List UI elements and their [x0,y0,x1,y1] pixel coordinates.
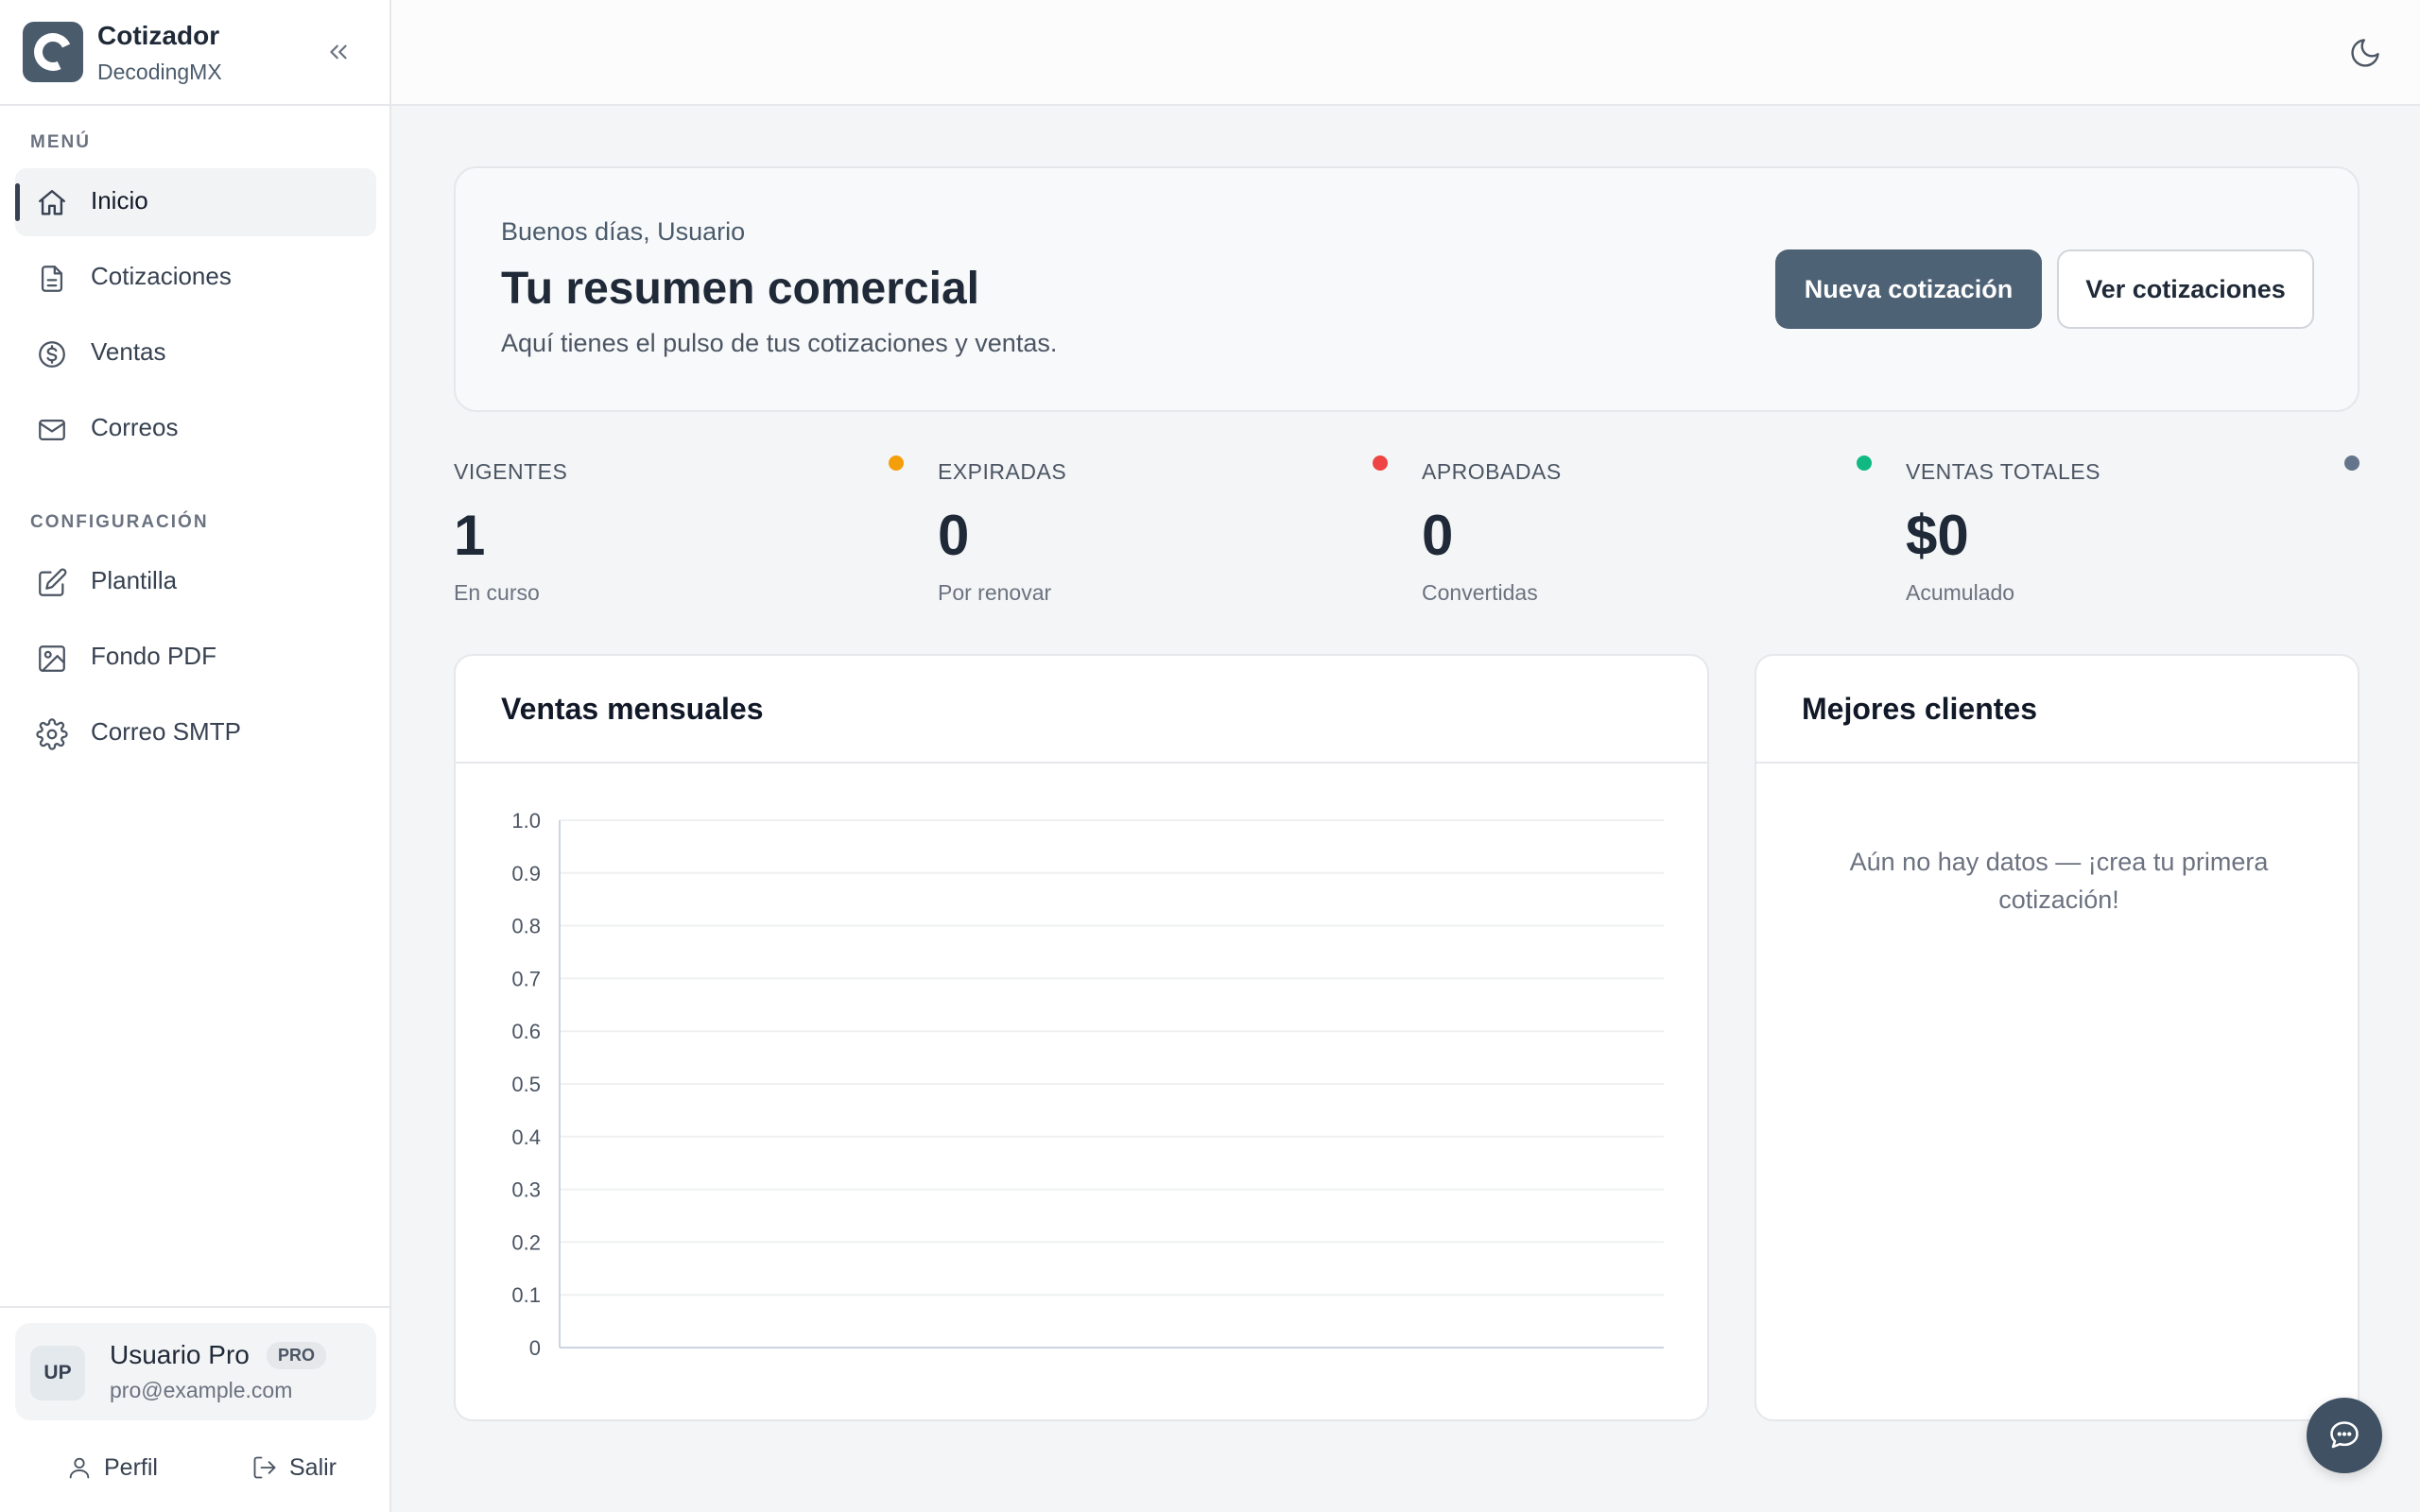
empty-state-message: Aún no hay datos — ¡crea tu primera coti… [1849,848,2269,914]
status-dot [1857,455,1872,471]
card-title: Ventas mensuales [501,692,764,726]
config-section-label: CONFIGURACIÓN [30,512,209,532]
stat-vigentes: VIGENTES 1 En curso [454,455,904,607]
profile-link[interactable]: Perfil [66,1449,158,1486]
y-tick-label: 0.3 [511,1178,541,1202]
topbar [391,0,2420,106]
logout-link[interactable]: Salir [251,1449,337,1486]
status-dot [1373,455,1388,471]
dark-mode-toggle[interactable] [2348,36,2382,70]
stat-value: 1 [454,504,486,567]
view-quotes-button[interactable]: Ver cotizaciones [2057,249,2314,329]
greeting-text: Buenos días, Usuario [501,217,746,246]
stat-aprobadas: APROBADAS 0 Convertidas [1422,455,1872,607]
sidebar-item-label: Ventas [91,337,166,366]
new-quote-button[interactable]: Nueva cotización [1775,249,2042,329]
y-tick-label: 0.1 [511,1283,541,1307]
sidebar-item-correos[interactable]: Correos [15,395,376,463]
avatar: UP [30,1346,85,1400]
y-tick-label: 0.6 [511,1020,541,1043]
logout-icon [253,1456,276,1479]
stat-caption: Por renovar [938,580,1052,605]
sidebar: Cotizador DecodingMX MENÚ Inicio Cotizac… [0,0,391,1512]
sidebar-item-label: Cotizaciones [91,262,232,290]
collapse-sidebar-icon[interactable] [324,38,353,66]
sidebar-item-inicio[interactable]: Inicio [15,168,376,236]
menu-section-label: MENÚ [30,132,91,152]
sidebar-item-label: Plantilla [91,566,178,594]
org-name: DecodingMX [97,60,222,84]
sidebar-item-fondo-pdf[interactable]: Fondo PDF [15,624,376,692]
status-dot [889,455,904,471]
user-icon [69,1457,90,1479]
chat-button[interactable] [2307,1398,2382,1473]
image-icon [39,645,65,672]
page-title: Tu resumen comercial [501,264,979,314]
stat-expiradas: EXPIRADAS 0 Por renovar [938,455,1388,607]
sidebar-item-correo-smtp[interactable]: Correo SMTP [15,699,376,767]
top-clients-card: Mejores clientes Aún no hay datos — ¡cre… [1754,654,2360,1421]
summary-hero: Buenos días, Usuario Tu resumen comercia… [454,166,2360,412]
sidebar-item-label: Fondo PDF [91,642,216,670]
mail-icon [39,419,65,441]
sidebar-item-cotizaciones[interactable]: Cotizaciones [15,244,376,312]
app-logo [23,22,83,82]
stat-caption: Convertidas [1422,580,1538,605]
y-tick-label: 1.0 [511,809,541,833]
home-icon [39,190,65,215]
card-title: Mejores clientes [1802,692,2037,726]
plan-badge: PRO [267,1342,327,1369]
brand-header: Cotizador DecodingMX [0,0,389,106]
document-icon [41,266,63,292]
monthly-sales-chart: 0 0.1 0.2 0.3 0.4 0.5 0.6 0.7 0.8 0.9 1.0 [511,809,1664,1360]
sidebar-divider [0,1306,389,1308]
sidebar-item-label: Inicio [91,186,148,215]
chat-icon [2330,1421,2359,1449]
stat-ventas-totales: VENTAS TOTALES $0 Acumulado [1906,455,2360,607]
stat-label: VIGENTES [454,459,568,484]
stat-value: 0 [1422,504,1454,567]
stat-caption: Acumulado [1906,580,2015,605]
stat-caption: En curso [454,580,540,605]
stat-label: EXPIRADAS [938,459,1067,484]
y-tick-label: 0.5 [511,1073,541,1096]
status-dot [2344,455,2360,471]
monthly-sales-card: Ventas mensuales 0 0.1 0.2 0.3 0.4 0.5 0.6 0.7 0… [454,654,1709,1421]
y-tick-label: 0.2 [511,1230,541,1254]
card-header: Mejores clientes [1756,656,2358,764]
y-tick-label: 0 [529,1336,541,1360]
y-tick-label: 0.8 [511,915,541,938]
y-tick-label: 0.9 [511,862,541,885]
sidebar-item-label: Correo SMTP [91,717,241,746]
card-header: Ventas mensuales [456,656,1707,764]
y-tick-label: 0.7 [511,967,541,990]
user-name: Usuario Pro [110,1340,250,1369]
sidebar-item-label: Correos [91,413,179,441]
sidebar-item-ventas[interactable]: Ventas [15,319,376,387]
stat-label: VENTAS TOTALES [1906,459,2100,484]
stat-label: APROBADAS [1422,459,1562,484]
moon-icon [2351,39,2379,67]
gear-icon [36,718,68,750]
edit-icon [39,568,67,596]
user-card[interactable]: UP Usuario Pro PRO pro@example.com [15,1323,376,1420]
dollar-icon [39,341,65,368]
y-tick-label: 0.4 [511,1125,541,1149]
page-description: Aquí tienes el pulso de tus cotizaciones… [501,329,1058,357]
stat-value: 0 [938,504,970,567]
stat-value: $0 [1906,504,1969,567]
sidebar-item-plantilla[interactable]: Plantilla [15,548,376,616]
logout-label: Salir [289,1453,337,1481]
profile-label: Perfil [104,1453,158,1481]
app-title: Cotizador [97,21,220,50]
user-email: pro@example.com [110,1378,293,1402]
